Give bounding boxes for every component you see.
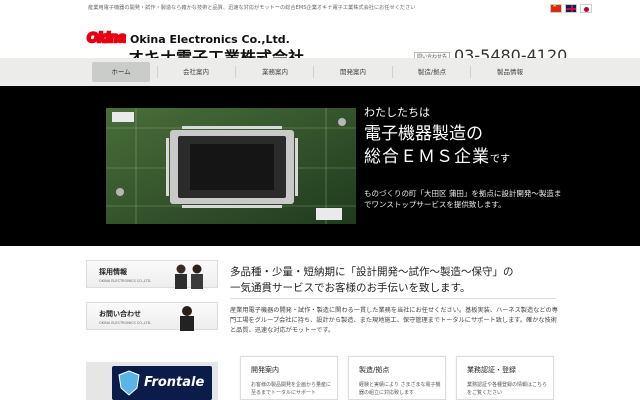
card-title: 業務認証・登録 [467,366,516,374]
nav-item-home[interactable]: ホーム [92,62,150,82]
recruit-banner[interactable]: 採用情報 OKINA ELECTRONICS CO.,LTD. [86,260,218,289]
nav-item-products[interactable]: 製品情報 [481,62,539,82]
hero-line-1: わたしたちは [364,106,430,119]
svg-text:Okina: Okina [87,29,126,45]
frontale-logo-text: Frontale [144,375,205,390]
recruit-banner-title: 採用情報 [99,268,127,276]
japan-flag-icon[interactable] [580,4,592,13]
language-switcher [550,4,592,13]
nav-item-business[interactable]: 業務案内 [246,62,304,82]
staff-photo [175,264,203,289]
nav-divider [235,66,236,78]
frontale-sponsor-banner[interactable]: Frontale [112,366,212,400]
divider [230,298,556,299]
main-nav: ホーム 会社案内 業務案内 開発案内 製造/拠点 製品情報 [0,58,640,86]
frontale-crest-icon [118,370,140,396]
card-development[interactable]: 開発案内 お客様の製品開発を企画から量産に至るまでトータルにサポート [240,356,338,400]
contact-banner-sub: OKINA ELECTRONICS CO.,LTD. [99,321,152,325]
card-title: 製造/拠点 [359,366,390,374]
circuit-board-image [106,108,356,224]
hero-banner: わたしたちは 電子機器製造の 総合ＥＭＳ企業です ものづくりの町「大田区 蒲田」… [0,86,640,246]
hero-line-3-main: 総合ＥＭＳ企業 [364,147,490,167]
hero-line-3-suffix: です [490,154,510,165]
uk-flag-icon[interactable] [565,4,577,13]
nav-item-development[interactable]: 開発案内 [324,62,382,82]
nav-divider [470,66,471,78]
card-text: 経験と実績により さまざまな電子機器の組立に対応致します [359,382,441,396]
main-heading-line-2: 一気通貫サービスでお客様のお手伝いを致します。 [230,282,471,294]
hero-line-3: 総合ＥＭＳ企業です [364,142,510,167]
staff-photo [180,306,194,331]
main-heading-line-1: 多品種・少量・短納期に「設計開発〜試作〜製造〜保守」の [230,266,514,278]
nav-divider [313,66,314,78]
china-flag-icon[interactable] [550,4,562,13]
card-manufacturing[interactable]: 製造/拠点 経験と実績により さまざまな電子機器の組立に対応致します [348,356,446,400]
contact-banner-title: お問い合わせ [99,310,141,318]
nav-item-manufacturing[interactable]: 製造/拠点 [403,62,461,82]
nav-item-company[interactable]: 会社案内 [167,62,225,82]
main-intro-text: 産業用電子機器の開発・試作・製造に関わる一貫した業務を当社にお任せください。基板… [230,307,558,334]
card-text: 業務認証や各種登録の情報はこちらをご覧ください [467,382,548,396]
hero-description: ものづくりの町「大田区 蒲田」を拠点に設計開発〜製造までワンストップサービスを提… [364,189,562,209]
recruit-banner-sub: OKINA ELECTRONICS CO.,LTD. [99,279,152,283]
top-bar: 産業用電子機器の開発・試作・製造なら確かな技術と品質、迅速な対応がモットーの総合… [0,0,640,16]
site-tagline: 産業用電子機器の開発・試作・製造なら確かな技術と品質、迅速な対応がモットーの総合… [88,5,416,11]
hero-line-2: 電子機器製造の [364,124,483,144]
contact-banner[interactable]: お問い合わせ OKINA ELECTRONICS CO.,LTD. [86,302,218,331]
card-certification[interactable]: 業務認証・登録 業務認証や各種登録の情報はこちらをご覧ください [456,356,554,400]
card-text: お客様の製品開発を企画から量産に至るまでトータルにサポート [251,382,332,396]
nav-divider [157,66,158,78]
card-title: 開発案内 [251,366,279,374]
nav-divider [392,66,393,78]
company-logo[interactable]: Okina [86,20,126,60]
site-header: Okina Okina Electronics Co.,Ltd. オキナ電子工業… [0,16,640,67]
